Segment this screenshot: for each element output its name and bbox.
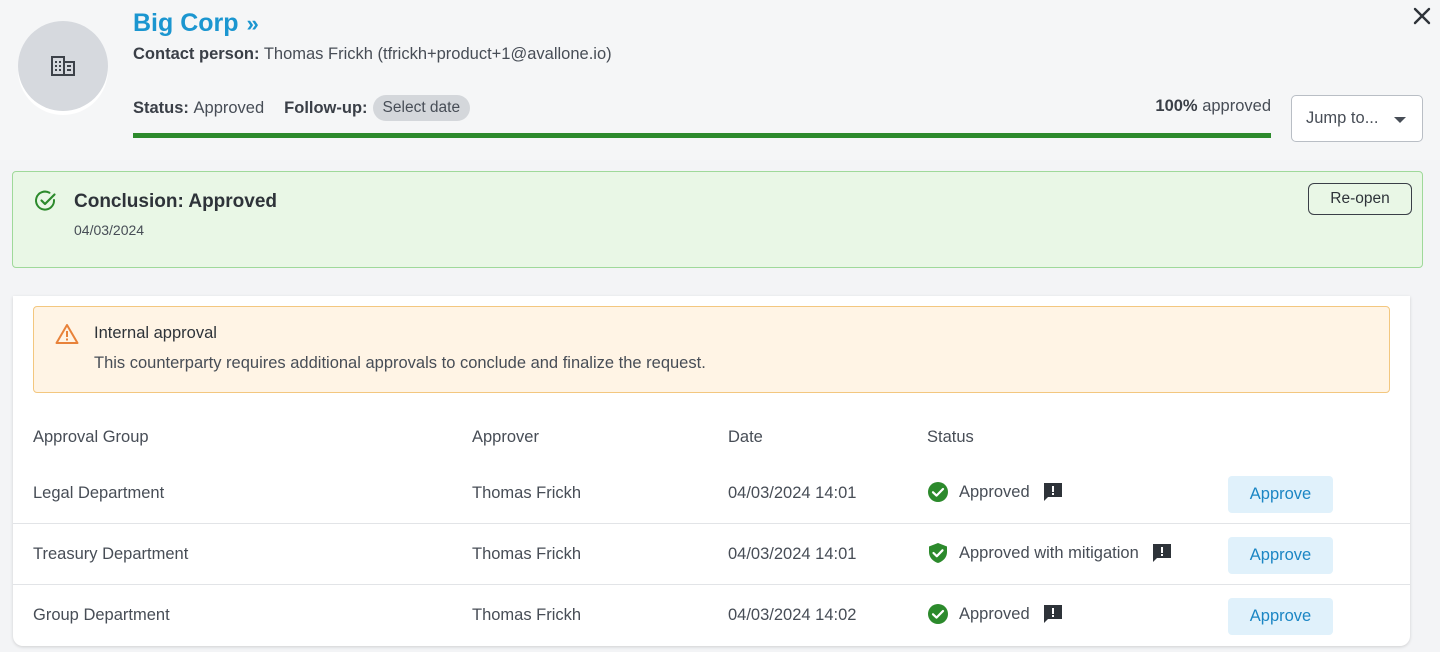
contact-value: Thomas Frickh (tfrickh+product+1@avallon… bbox=[263, 45, 612, 63]
alert-title: Internal approval bbox=[94, 324, 217, 342]
column-header-date: Date bbox=[728, 428, 763, 446]
approve-button[interactable]: Approve bbox=[1228, 476, 1333, 513]
approvals-card: Internal approval This counterparty requ… bbox=[13, 296, 1410, 646]
comment-button[interactable] bbox=[1151, 542, 1173, 564]
request-header: Big Corp » Contact person: Thomas Frickh… bbox=[0, 0, 1440, 160]
contact-label: Contact person: bbox=[133, 45, 260, 63]
table-header: Approval Group Approver Date Status bbox=[13, 426, 1410, 450]
caret-down-icon bbox=[1394, 117, 1406, 123]
approve-button[interactable]: Approve bbox=[1228, 598, 1333, 635]
row-status: Approved bbox=[927, 603, 1064, 625]
row-approval-group: Legal Department bbox=[33, 484, 165, 502]
status-label: Status: bbox=[133, 98, 189, 117]
check-circle-icon bbox=[928, 482, 948, 502]
approve-button[interactable]: Approve bbox=[1228, 537, 1333, 574]
reopen-button[interactable]: Re-open bbox=[1308, 183, 1412, 215]
status-line: Status: Approved Follow-up: Select date bbox=[133, 95, 471, 121]
followup-date-picker[interactable]: Select date bbox=[372, 95, 471, 121]
table-row: Group Department Thomas Frickh 04/03/202… bbox=[13, 586, 1410, 646]
percent-value: 100% bbox=[1155, 97, 1198, 115]
column-header-approver: Approver bbox=[472, 428, 539, 446]
internal-approval-alert: Internal approval This counterparty requ… bbox=[33, 306, 1390, 393]
followup-label: Follow-up: bbox=[284, 98, 368, 117]
shield-check-icon bbox=[929, 543, 947, 563]
percent-suffix: approved bbox=[1202, 97, 1271, 115]
row-approval-group: Group Department bbox=[33, 606, 170, 624]
close-icon bbox=[1413, 7, 1431, 25]
avatar bbox=[18, 21, 108, 111]
approval-progress-fill bbox=[133, 133, 1271, 138]
warning-icon bbox=[55, 324, 79, 344]
jump-to-dropdown[interactable]: Jump to... bbox=[1291, 95, 1423, 142]
row-date: 04/03/2024 14:02 bbox=[728, 606, 857, 624]
column-header-approval-group: Approval Group bbox=[33, 428, 149, 446]
row-approval-group: Treasury Department bbox=[33, 545, 189, 563]
status-text: Approved with mitigation bbox=[959, 543, 1139, 562]
row-status: Approved bbox=[927, 481, 1064, 503]
table-row: Treasury Department Thomas Frickh 04/03/… bbox=[13, 525, 1410, 585]
row-approver: Thomas Frickh bbox=[472, 484, 582, 502]
row-status: Approved with mitigation bbox=[927, 542, 1173, 564]
double-chevron-right-icon[interactable]: » bbox=[247, 11, 259, 37]
conclusion-title: Conclusion: Approved bbox=[74, 191, 278, 212]
comment-alert-icon bbox=[1043, 483, 1062, 501]
check-circle-icon bbox=[928, 604, 948, 624]
building-icon bbox=[51, 56, 75, 76]
status-text: Approved bbox=[959, 604, 1030, 623]
jump-to-label: Jump to... bbox=[1306, 109, 1379, 127]
close-button[interactable] bbox=[1410, 4, 1434, 28]
approval-progress-bar bbox=[133, 133, 1271, 138]
comment-button[interactable] bbox=[1042, 603, 1064, 625]
comment-alert-icon bbox=[1043, 605, 1062, 623]
comment-button[interactable] bbox=[1042, 481, 1064, 503]
contact-person: Contact person: Thomas Frickh (tfrickh+p… bbox=[133, 45, 612, 64]
approval-percent: 100% approved bbox=[1155, 97, 1271, 116]
comment-alert-icon bbox=[1152, 544, 1171, 562]
row-date: 04/03/2024 14:01 bbox=[728, 484, 857, 502]
status-value: Approved bbox=[193, 98, 265, 117]
company-title-link[interactable]: Big Corp » bbox=[133, 9, 259, 38]
status-text: Approved bbox=[959, 482, 1030, 501]
company-name[interactable]: Big Corp bbox=[133, 9, 239, 38]
row-approver: Thomas Frickh bbox=[472, 545, 582, 563]
row-date: 04/03/2024 14:01 bbox=[728, 545, 857, 563]
alert-message: This counterparty requires additional ap… bbox=[94, 354, 706, 372]
table-row: Legal Department Thomas Frickh 04/03/202… bbox=[13, 464, 1410, 524]
check-circle-outline-icon bbox=[35, 190, 56, 211]
row-approver: Thomas Frickh bbox=[472, 606, 582, 624]
conclusion-date: 04/03/2024 bbox=[74, 222, 145, 238]
conclusion-banner: Conclusion: Approved 04/03/2024 Re-open bbox=[12, 171, 1423, 268]
column-header-status: Status bbox=[927, 428, 974, 446]
